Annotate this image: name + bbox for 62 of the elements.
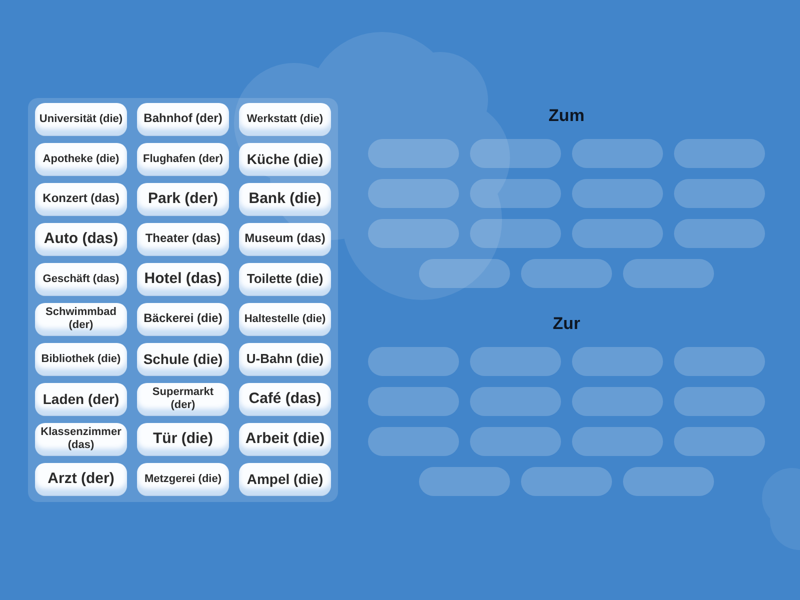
answer-slot[interactable] [368, 219, 459, 248]
answer-slot[interactable] [572, 139, 663, 168]
answer-slot[interactable] [674, 139, 765, 168]
answer-slot[interactable] [572, 427, 663, 456]
word-tile[interactable]: Ampel (die) [239, 463, 331, 495]
word-tile[interactable]: Café (das) [239, 383, 331, 415]
answer-slot[interactable] [521, 467, 612, 496]
answer-slot[interactable] [419, 467, 510, 496]
word-tile[interactable]: Geschäft (das) [35, 263, 127, 295]
answer-slot[interactable] [470, 387, 561, 416]
word-tile[interactable]: Haltestelle (die) [239, 303, 331, 335]
word-tile[interactable]: Theater (das) [137, 223, 229, 255]
word-tile[interactable]: Klassenzimmer (das) [35, 423, 127, 455]
word-tile[interactable]: Metzgerei (die) [137, 463, 229, 495]
answer-slot[interactable] [368, 179, 459, 208]
word-tile[interactable]: Bäckerei (die) [137, 303, 229, 335]
group-heading: Zum [548, 106, 584, 124]
word-tile[interactable]: Apotheke (die) [35, 143, 127, 175]
word-tile[interactable]: Tür (die) [137, 423, 229, 455]
word-tile[interactable]: Supermarkt (der) [137, 383, 229, 415]
word-tile[interactable]: Hotel (das) [137, 263, 229, 295]
word-tile[interactable]: Schule (die) [137, 343, 229, 375]
word-tile[interactable]: Auto (das) [35, 223, 127, 255]
word-tile[interactable]: Werkstatt (die) [239, 103, 331, 135]
answer-slot[interactable] [674, 219, 765, 248]
word-tile[interactable]: U-Bahn (die) [239, 343, 331, 375]
answer-slot[interactable] [368, 139, 459, 168]
word-tile[interactable]: Schwimmbad (der) [35, 303, 127, 335]
answer-slot[interactable] [572, 347, 663, 376]
answer-slot[interactable] [572, 219, 663, 248]
word-tile[interactable]: Küche (die) [239, 143, 331, 175]
word-tile[interactable]: Arzt (der) [35, 463, 127, 495]
word-tile[interactable]: Museum (das) [239, 223, 331, 255]
word-tile[interactable]: Bahnhof (der) [137, 103, 229, 135]
word-tile[interactable]: Flughafen (der) [137, 143, 229, 175]
answer-slot[interactable] [368, 387, 459, 416]
answer-slot[interactable] [623, 467, 714, 496]
answer-slot[interactable] [368, 347, 459, 376]
answer-slot[interactable] [368, 427, 459, 456]
word-tile[interactable]: Universität (die) [35, 103, 127, 135]
word-tile[interactable]: Bank (die) [239, 183, 331, 215]
word-tile[interactable]: Arbeit (die) [239, 423, 331, 455]
word-tile[interactable]: Bibliothek (die) [35, 343, 127, 375]
word-tile[interactable]: Toilette (die) [239, 263, 331, 295]
answer-slot[interactable] [674, 387, 765, 416]
word-tile[interactable]: Park (der) [137, 183, 229, 215]
answer-slot[interactable] [572, 387, 663, 416]
answer-slot[interactable] [521, 259, 612, 288]
answer-slot[interactable] [419, 259, 510, 288]
answer-slot[interactable] [470, 347, 561, 376]
answer-slot[interactable] [470, 139, 561, 168]
answer-slot[interactable] [674, 347, 765, 376]
group-heading: Zur [552, 314, 580, 332]
word-tile[interactable]: Konzert (das) [35, 183, 127, 215]
answer-slot[interactable] [674, 427, 765, 456]
answer-slot[interactable] [470, 427, 561, 456]
answer-slot[interactable] [623, 259, 714, 288]
answer-slot[interactable] [470, 219, 561, 248]
answer-slot[interactable] [674, 179, 765, 208]
word-tile[interactable]: Laden (der) [35, 383, 127, 415]
answer-slot[interactable] [470, 179, 561, 208]
answer-slot[interactable] [572, 179, 663, 208]
